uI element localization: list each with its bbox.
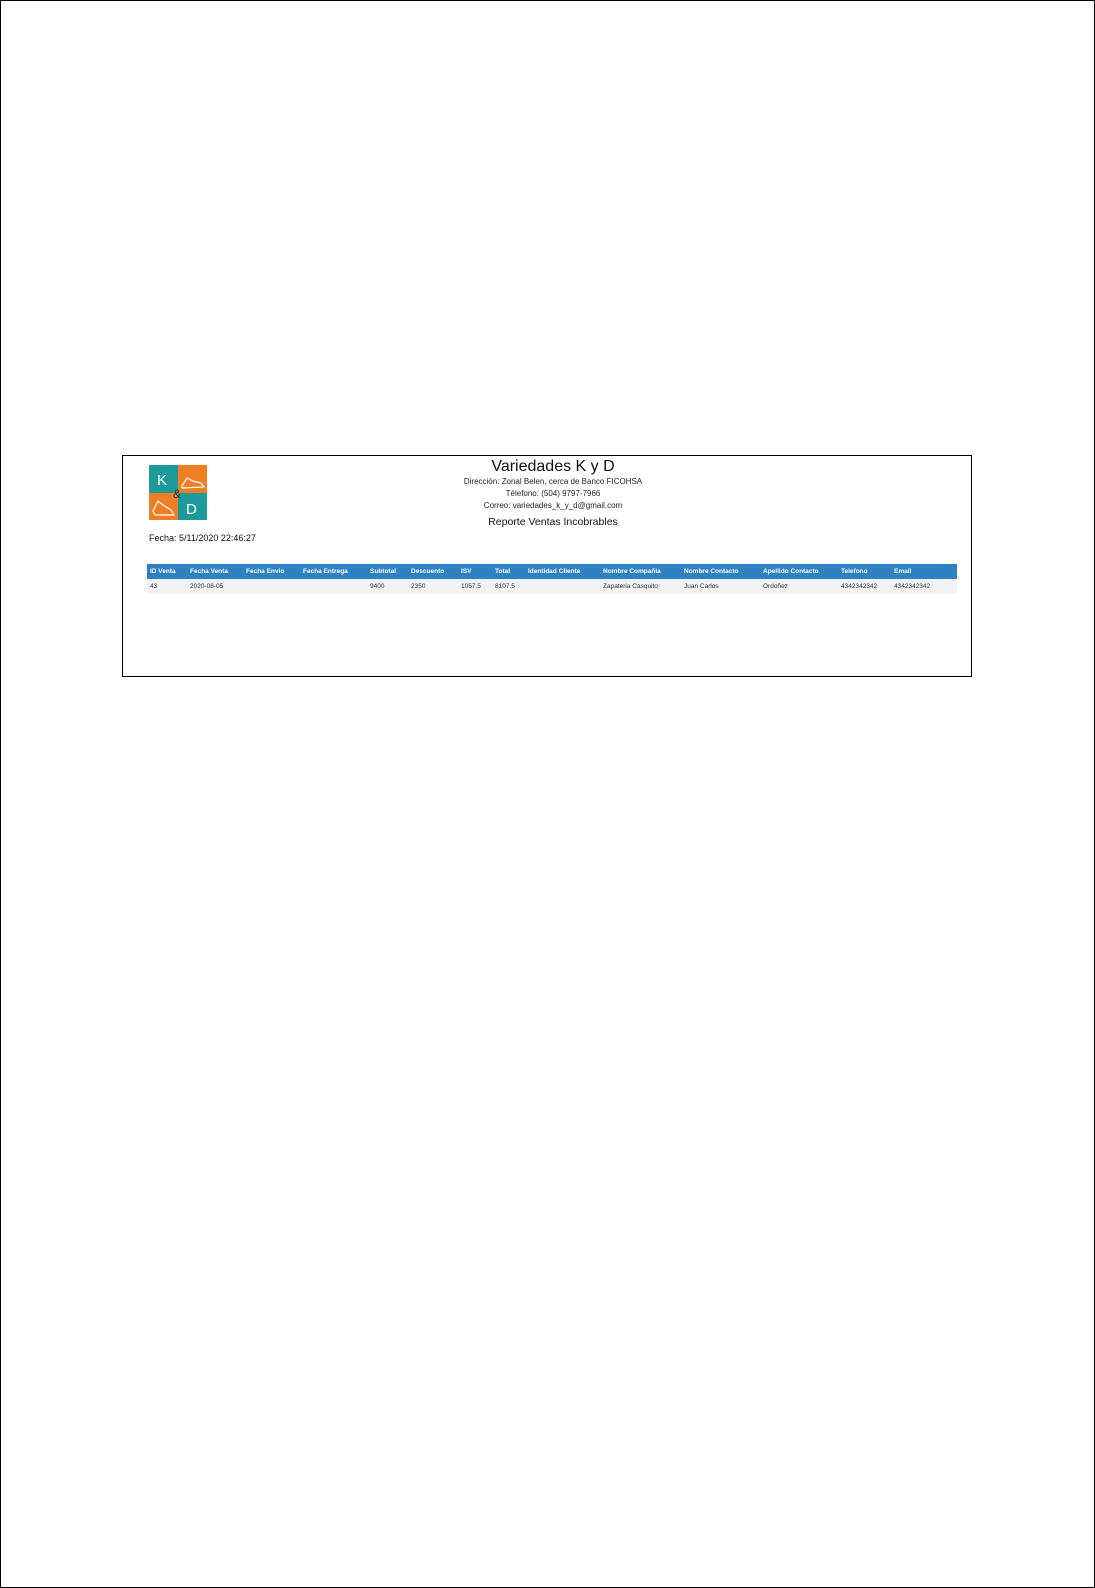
column-header: Fecha Envio <box>243 564 300 579</box>
column-header: Identidad Cliente <box>525 564 600 579</box>
table-cell: 4342342342 <box>838 579 891 594</box>
table-cell <box>525 579 600 594</box>
company-address: Dirección: Zonal Belen, cerca de Banco F… <box>463 477 643 486</box>
column-header: Email <box>891 564 957 579</box>
company-phone: Télefono: (504) 9797-7966 <box>505 489 601 498</box>
table-cell: Ordoñez <box>760 579 838 594</box>
table-cell: Zapateria Casquito <box>600 579 681 594</box>
column-header: Nombre Contacto <box>681 564 760 579</box>
table-cell: 9400 <box>367 579 408 594</box>
column-header: Fecha Venta <box>187 564 243 579</box>
column-header: Apellido Contacto <box>760 564 838 579</box>
table-cell: 43 <box>147 579 187 594</box>
column-header: Fecha Entrega <box>300 564 367 579</box>
table-cell: 8107.5 <box>492 579 525 594</box>
kd-shoe-logo-icon: K & D <box>149 465 207 520</box>
company-header: Variedades K y D Dirección: Zonal Belen,… <box>323 458 783 530</box>
logo-letter-k: K <box>157 472 167 489</box>
logo-letter-d: D <box>186 501 197 518</box>
column-header: Telefono <box>838 564 891 579</box>
table-cell: Juan Carlos <box>681 579 760 594</box>
logo-ampersand: & <box>173 487 181 501</box>
sales-table: ID Venta Fecha Venta Fecha Envio Fecha E… <box>147 564 957 594</box>
table-row: 43 2020-08-05 9400 2350 1057.5 8107.5 Za… <box>147 579 957 594</box>
company-name: Variedades K y D <box>491 458 615 475</box>
table-header-row: ID Venta Fecha Venta Fecha Envio Fecha E… <box>147 564 957 579</box>
column-header: ID Venta <box>147 564 187 579</box>
column-header: Descuento <box>408 564 458 579</box>
page-border <box>0 0 1095 1588</box>
company-email: Correo: variedades_k_y_d@gmail.com <box>483 501 623 510</box>
table-cell: 1057.5 <box>458 579 492 594</box>
table-cell: 2020-08-05 <box>187 579 243 594</box>
report-date: Fecha: 5/11/2020 22:46:27 <box>149 533 256 543</box>
report-title: Reporte Ventas Incobrables <box>488 516 618 528</box>
column-header: ISV <box>458 564 492 579</box>
report-page: K & D Variedades K y D Dirección: Zonal … <box>122 455 972 677</box>
column-header: Subtotal <box>367 564 408 579</box>
table-cell: 4342342342 <box>891 579 957 594</box>
table-cell <box>243 579 300 594</box>
column-header: Total <box>492 564 525 579</box>
table-cell <box>300 579 367 594</box>
table-cell: 2350 <box>408 579 458 594</box>
column-header: Nombre Compañia <box>600 564 681 579</box>
